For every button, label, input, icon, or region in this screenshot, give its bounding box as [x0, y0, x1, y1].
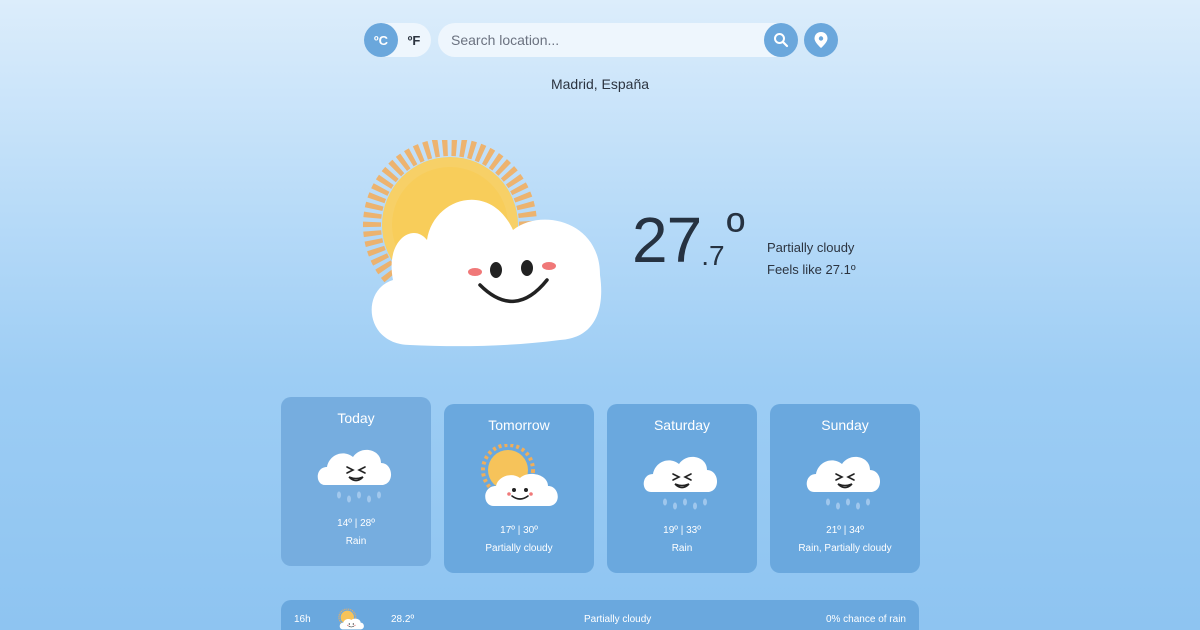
- hourly-forecast-row: 16h 28.2º Partially cloudy 0% chance of …: [281, 600, 919, 630]
- search-icon: [774, 33, 789, 48]
- temperature-integer: 27: [632, 204, 702, 276]
- search-button[interactable]: [764, 23, 798, 57]
- fahrenheit-button[interactable]: ºF: [397, 23, 431, 57]
- forecast-description: Rain: [345, 536, 367, 547]
- location-name: Madrid, España: [550, 76, 650, 92]
- forecast-day-name: Sunday: [821, 417, 869, 433]
- forecast-day-name: Today: [337, 410, 375, 426]
- forecast-temps: 19º | 33º: [663, 525, 701, 536]
- current-temperature: 27 .7 º: [632, 203, 745, 276]
- top-bar: ºC ºF: [364, 23, 838, 57]
- forecast-temps: 21º | 34º: [826, 525, 864, 536]
- forecast-card-sunday[interactable]: Sunday 21º | 34º Rain, Partially cloudy: [770, 404, 920, 573]
- forecast-day-name: Tomorrow: [488, 417, 550, 433]
- sun-behind-smiling-cloud-icon: [363, 140, 602, 347]
- forecast-description: Rain, Partially cloudy: [798, 543, 892, 554]
- celsius-button[interactable]: ºC: [364, 23, 398, 57]
- hour-rain-chance: 0% chance of rain: [825, 614, 906, 625]
- forecast-card-today[interactable]: Today 14º | 28º Rain: [281, 397, 431, 566]
- condition-text: Partially cloudy: [767, 240, 855, 255]
- search-input[interactable]: [438, 23, 758, 57]
- temperature-decimal: .7: [701, 240, 725, 271]
- rain-cloud-icon: [637, 444, 727, 512]
- degree-symbol: º: [726, 203, 745, 259]
- forecast-temps: 17º | 30º: [500, 525, 538, 536]
- forecast-card-saturday[interactable]: Saturday 19º | 33º Rain: [607, 404, 757, 573]
- forecast-description: Rain: [671, 543, 693, 554]
- rain-cloud-icon: [800, 444, 890, 512]
- hour-condition: Partially cloudy: [584, 614, 652, 625]
- search-bar: [438, 23, 798, 57]
- forecast-day-name: Saturday: [653, 417, 711, 433]
- partly-cloudy-icon: [474, 444, 564, 512]
- location-pin-icon: [814, 32, 828, 48]
- current-conditions: Partially cloudy Feels like 27.1º: [767, 237, 856, 281]
- hour-label: 16h: [294, 614, 311, 625]
- forecast-description: Partially cloudy: [485, 543, 553, 554]
- rain-cloud-icon: [311, 437, 401, 505]
- partly-cloudy-icon: [336, 608, 366, 630]
- forecast-temps: 14º | 28º: [337, 518, 375, 529]
- current-location-button[interactable]: [804, 23, 838, 57]
- unit-toggle[interactable]: ºC ºF: [364, 23, 431, 57]
- feels-like-text: Feels like 27.1º: [767, 262, 856, 277]
- hour-temperature: 28.2º: [391, 614, 415, 625]
- forecast-card-tomorrow[interactable]: Tomorrow 17º | 30º Partially cloudy: [444, 404, 594, 573]
